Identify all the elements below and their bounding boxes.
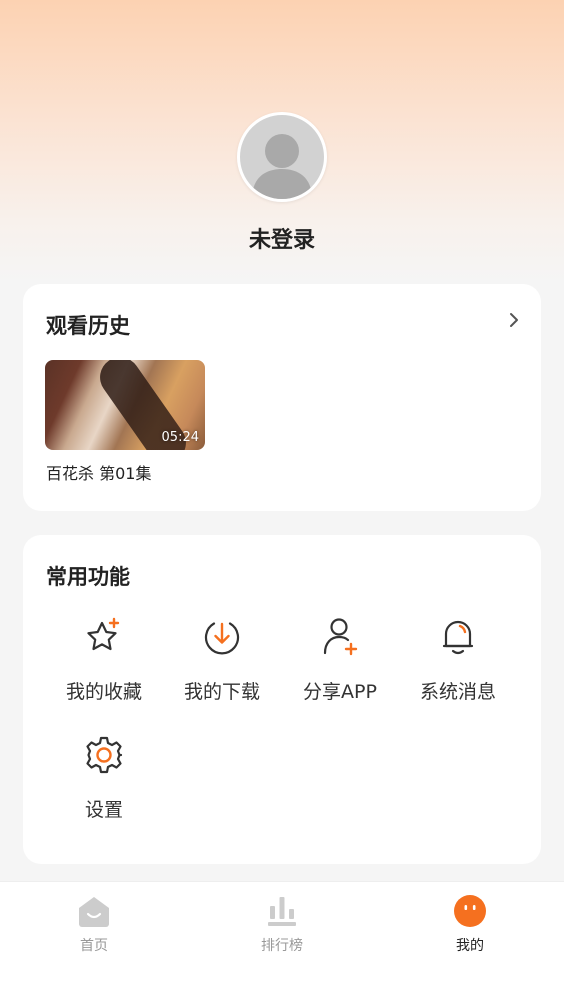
- video-duration: 05:24: [161, 430, 199, 445]
- home-icon: [79, 897, 109, 927]
- history-video-thumbnail[interactable]: 05:24: [45, 360, 205, 450]
- favorites-button[interactable]: 我的收藏: [45, 615, 163, 715]
- watch-history-card: 观看历史 05:24 百花杀 第01集: [23, 284, 541, 511]
- watch-history-title: 观看历史: [46, 314, 130, 338]
- downloads-label: 我的下载: [183, 681, 260, 703]
- tab-home[interactable]: 首页: [34, 894, 154, 955]
- share-app-button[interactable]: 分享APP: [281, 615, 399, 715]
- share-user-icon: [323, 618, 358, 656]
- system-messages-button[interactable]: 系统消息: [399, 615, 517, 715]
- default-avatar-icon: [252, 134, 312, 199]
- gear-icon: [86, 736, 123, 774]
- avatar[interactable]: [237, 112, 327, 202]
- profile-page: 未登录 观看历史 05:24 百花杀 第01集 常用功能 我的收藏 我的下载 分…: [0, 0, 564, 1004]
- common-features-card: 常用功能 我的收藏 我的下载 分享APP 系统消息 设置: [23, 535, 541, 864]
- bell-icon: [442, 620, 474, 655]
- history-video-title[interactable]: 百花杀 第01集: [46, 460, 151, 484]
- login-status[interactable]: 未登录: [0, 222, 564, 254]
- settings-button[interactable]: 设置: [45, 733, 163, 833]
- tab-ranking-label: 排行榜: [261, 938, 303, 954]
- download-icon: [204, 622, 240, 655]
- profile-header: 未登录: [0, 112, 564, 254]
- tab-home-label: 首页: [80, 938, 108, 954]
- system-messages-label: 系统消息: [419, 681, 496, 703]
- tab-mine[interactable]: 我的: [410, 894, 530, 955]
- downloads-button[interactable]: 我的下载: [163, 615, 281, 715]
- share-app-label: 分享APP: [303, 681, 377, 703]
- star-plus-icon: [87, 617, 120, 651]
- chevron-right-icon[interactable]: [507, 312, 521, 328]
- common-features-title: 常用功能: [46, 565, 130, 589]
- features-grid: 我的收藏 我的下载 分享APP 系统消息 设置: [45, 615, 519, 833]
- favorites-label: 我的收藏: [65, 681, 142, 703]
- tab-ranking[interactable]: 排行榜: [222, 894, 342, 955]
- bottom-tab-bar: 首页 排行榜 我的: [0, 881, 564, 1004]
- ranking-icon: [268, 897, 296, 926]
- tab-mine-label: 我的: [456, 938, 484, 954]
- profile-face-icon: [454, 895, 486, 927]
- settings-label: 设置: [84, 799, 123, 821]
